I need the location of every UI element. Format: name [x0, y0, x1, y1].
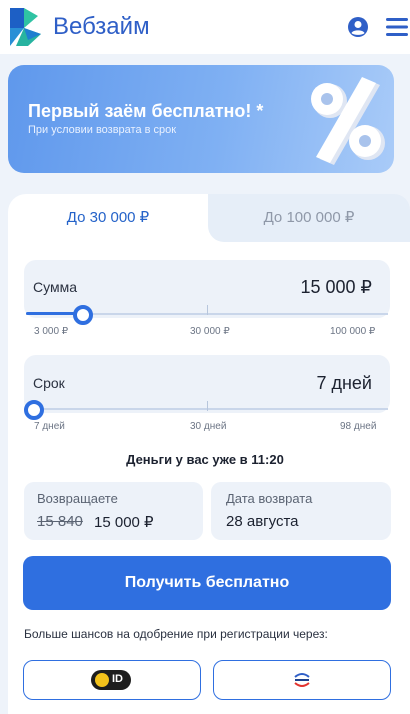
new-return-amount: 15 000 ₽ [94, 514, 154, 531]
term-scale-min: 7 дней [34, 421, 65, 432]
user-circle-icon[interactable] [347, 16, 369, 38]
brand-name[interactable]: Вебзайм [53, 13, 150, 41]
return-date-value: 28 августа [226, 513, 299, 530]
amount-scale-min: 3 000 ₽ [34, 326, 69, 337]
amount-value: 15 000 ₽ [300, 277, 372, 297]
return-date-label: Дата возврата [226, 491, 313, 506]
promo-title: Первый заём бесплатно! * [28, 101, 264, 121]
amount-label: Сумма [33, 279, 77, 295]
term-scale-max: 98 дней [340, 421, 377, 432]
old-return-amount: 15 840 [37, 513, 83, 530]
tab-up-to-30000[interactable]: До 30 000 ₽ [8, 194, 208, 242]
percent-icon [311, 77, 385, 165]
return-amount-box: Возвращаете 15 840 15 000 ₽ [24, 482, 203, 540]
yandex-id-badge: ID [91, 670, 131, 690]
top-header: Вебзайм [0, 0, 410, 54]
promo-subtitle: При условии возврата в срок [28, 124, 177, 136]
yandex-id-button[interactable]: ID [23, 660, 201, 700]
amount-slider-thumb[interactable] [72, 305, 93, 325]
return-label: Возвращаете [37, 491, 118, 506]
term-scale-mid: 30 дней [190, 421, 227, 432]
term-tick [207, 401, 208, 411]
gosuslugi-icon [294, 673, 310, 687]
hamburger-menu-icon[interactable] [386, 17, 408, 37]
gosuslugi-button[interactable] [213, 660, 391, 700]
amount-scale-max: 100 000 ₽ [330, 326, 376, 337]
get-free-button[interactable]: Получить бесплатно [23, 556, 391, 610]
return-date-box: Дата возврата 28 августа [211, 482, 391, 540]
amount-scale-mid: 30 000 ₽ [190, 326, 230, 337]
vebzaim-logo-icon[interactable] [8, 6, 44, 48]
promo-banner[interactable]: Первый заём бесплатно! * При условии воз… [8, 65, 394, 173]
yandex-id-text: ID [112, 673, 123, 685]
term-value: 7 дней [316, 373, 372, 393]
money-ready-time: Деньги у вас уже в 11:20 [126, 452, 284, 467]
yandex-id-icon [95, 673, 109, 687]
amount-tick [207, 305, 208, 315]
term-label: Срок [33, 375, 65, 391]
registration-hint: Больше шансов на одобрение при регистрац… [24, 627, 328, 641]
tab-up-to-100000[interactable]: До 100 000 ₽ [208, 194, 410, 242]
term-slider-thumb[interactable] [24, 400, 44, 420]
